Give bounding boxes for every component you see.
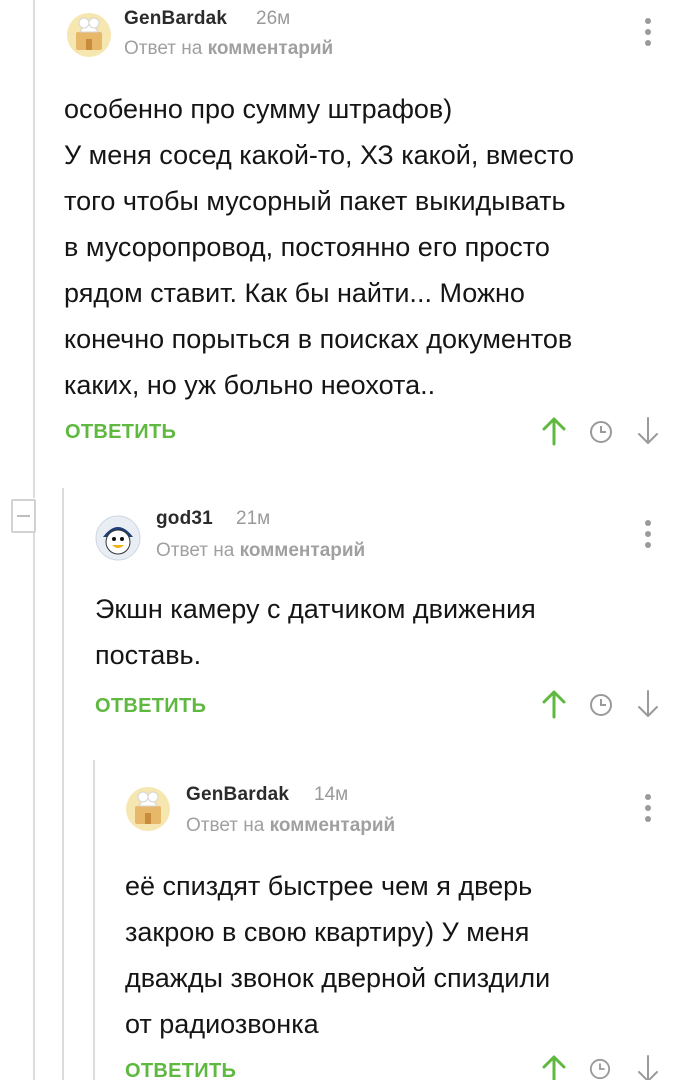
username[interactable]: GenBardak [124, 8, 227, 30]
username[interactable]: GenBardak [186, 784, 289, 806]
reply-to-link[interactable]: комментарий [270, 815, 396, 836]
text-line: конечно порыться в поисках документов [64, 324, 573, 354]
text-line: Экшн камеру с датчиком движения [95, 594, 536, 624]
comment-1: GenBardak 26м Ответ на комментарий особе… [0, 0, 687, 460]
arrow-down-icon[interactable] [635, 689, 661, 719]
reply-to-prefix: Ответ на [124, 38, 203, 59]
timestamp: 21м [236, 508, 271, 529]
avatar[interactable] [125, 786, 171, 832]
more-vertical-icon[interactable] [641, 794, 655, 824]
comment-text: особенно про сумму штрафов) У меня сосед… [64, 86, 674, 408]
reply-button[interactable]: ОТВЕТИТЬ [95, 695, 206, 718]
text-line: её спиздят быстрее чем я дверь [125, 871, 533, 901]
comment-2: god31 21м Ответ на комментарий Экшн каме… [0, 490, 687, 730]
text-line: поставь. [95, 640, 202, 670]
username[interactable]: god31 [156, 508, 213, 530]
clock-icon[interactable] [589, 693, 613, 717]
text-line: особенно про сумму штрафов) [64, 94, 453, 124]
reply-button[interactable]: ОТВЕТИТЬ [65, 421, 176, 444]
arrow-up-icon[interactable] [541, 1054, 567, 1080]
reply-to-label: Ответ на комментарий [124, 38, 333, 60]
more-vertical-icon[interactable] [641, 18, 655, 48]
text-line: рядом ставит. Как бы найти... Можно [64, 278, 525, 308]
reply-to-prefix: Ответ на [156, 540, 235, 561]
timestamp: 26м [256, 8, 291, 29]
avatar[interactable] [66, 12, 112, 58]
clock-icon[interactable] [589, 420, 613, 444]
arrow-up-icon[interactable] [541, 416, 567, 446]
arrow-down-icon[interactable] [635, 1054, 661, 1080]
more-vertical-icon[interactable] [641, 520, 655, 550]
text-line: от радиозвонка [125, 1009, 319, 1039]
avatar[interactable] [95, 515, 141, 561]
reply-to-link[interactable]: комментарий [208, 38, 334, 59]
text-line: У меня сосед какой-то, ХЗ какой, вместо [64, 140, 575, 170]
clock-icon[interactable] [589, 1058, 611, 1080]
text-line: в мусоропровод, постоянно его просто [64, 232, 550, 262]
comment-3: GenBardak 14м Ответ на комментарий её сп… [0, 770, 687, 1082]
text-line: закрою в свою квартиру) У меня [125, 917, 530, 947]
reply-to-label: Ответ на комментарий [156, 540, 365, 562]
reply-to-label: Ответ на комментарий [186, 815, 395, 837]
reply-to-link[interactable]: комментарий [240, 540, 366, 561]
timestamp: 14м [314, 784, 349, 805]
comment-text: её спиздят быстрее чем я дверь закрою в … [125, 863, 675, 1047]
reply-to-prefix: Ответ на [186, 815, 265, 836]
arrow-down-icon[interactable] [635, 416, 661, 446]
text-line: дважды звонок дверной спиздили [125, 963, 551, 993]
text-line: каких, но уж больно неохота.. [64, 370, 436, 400]
arrow-up-icon[interactable] [541, 689, 567, 719]
text-line: того чтобы мусорный пакет выкидывать [64, 186, 566, 216]
comment-text: Экшн камеру с датчиком движения поставь. [95, 586, 675, 678]
